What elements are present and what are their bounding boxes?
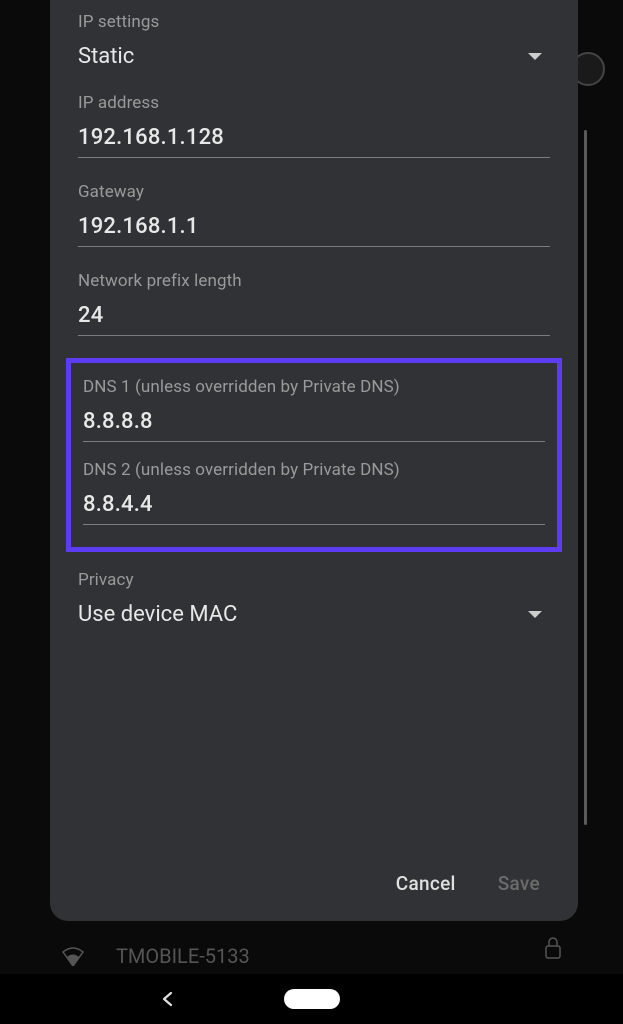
back-button[interactable] bbox=[160, 984, 176, 1014]
dns1-field[interactable]: DNS 1 (unless overridden by Private DNS)… bbox=[83, 377, 545, 442]
prefix-length-value: 24 bbox=[78, 303, 550, 328]
save-button[interactable]: Save bbox=[498, 872, 540, 895]
cancel-button[interactable]: Cancel bbox=[396, 872, 456, 895]
privacy-value: Use device MAC bbox=[78, 602, 237, 627]
home-pill[interactable] bbox=[284, 989, 340, 1009]
gateway-label: Gateway bbox=[78, 182, 550, 202]
android-nav-bar bbox=[0, 974, 623, 1024]
background-wifi-label: TMOBILE-5133 bbox=[116, 944, 250, 968]
ip-settings-label: IP settings bbox=[78, 12, 550, 32]
network-settings-dialog: IP settings Static IP address 192.168.1.… bbox=[50, 0, 578, 921]
dns2-value: 8.8.4.4 bbox=[83, 492, 545, 517]
wifi-icon bbox=[60, 946, 86, 966]
dialog-actions: Cancel Save bbox=[78, 872, 550, 901]
dns2-label: DNS 2 (unless overridden by Private DNS) bbox=[83, 460, 545, 480]
prefix-length-field[interactable]: Network prefix length 24 bbox=[78, 271, 550, 336]
dns1-label: DNS 1 (unless overridden by Private DNS) bbox=[83, 377, 545, 397]
gateway-field[interactable]: Gateway 192.168.1.1 bbox=[78, 182, 550, 247]
dns-highlight-box: DNS 1 (unless overridden by Private DNS)… bbox=[66, 358, 562, 552]
ip-address-label: IP address bbox=[78, 93, 550, 113]
dns1-value: 8.8.8.8 bbox=[83, 409, 545, 434]
lock-icon bbox=[543, 936, 563, 964]
chevron-down-icon bbox=[528, 611, 542, 618]
ip-address-value: 192.168.1.128 bbox=[78, 125, 550, 150]
dns2-field[interactable]: DNS 2 (unless overridden by Private DNS)… bbox=[83, 460, 545, 525]
ip-settings-field[interactable]: IP settings Static bbox=[78, 12, 550, 69]
gateway-value: 192.168.1.1 bbox=[78, 214, 550, 239]
ip-settings-value: Static bbox=[78, 44, 134, 69]
privacy-label: Privacy bbox=[78, 570, 550, 590]
prefix-length-label: Network prefix length bbox=[78, 271, 550, 291]
privacy-field[interactable]: Privacy Use device MAC bbox=[78, 570, 550, 627]
ip-address-field[interactable]: IP address 192.168.1.128 bbox=[78, 93, 550, 158]
scrollbar[interactable] bbox=[584, 130, 587, 825]
background-wifi-item: TMOBILE-5133 bbox=[60, 944, 250, 968]
chevron-down-icon bbox=[528, 53, 542, 60]
